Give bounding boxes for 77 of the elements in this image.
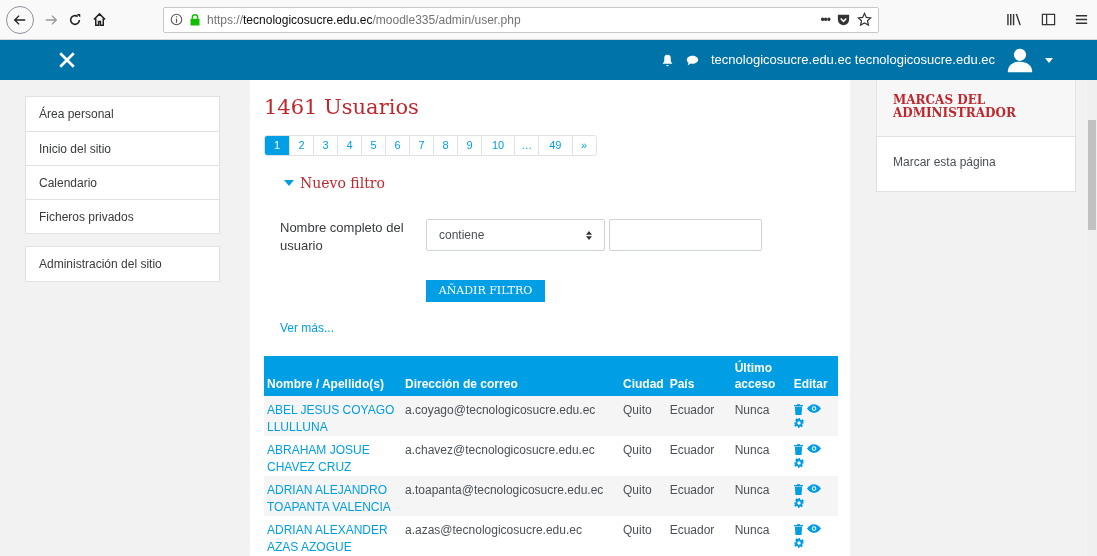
table-cell: Ecuador	[666, 516, 732, 556]
menu-icon[interactable]	[1074, 12, 1089, 27]
forward-icon[interactable]	[44, 12, 58, 27]
library-icon[interactable]	[1006, 12, 1023, 27]
add-filter-button[interactable]: AÑADIR FILTRO	[426, 280, 545, 302]
page-link[interactable]: 1	[265, 136, 289, 156]
sidebar-item[interactable]: Administración del sitio	[26, 247, 219, 281]
address-bar[interactable]: https://tecnologicosucre.edu.ec/moodle335/admin/user.php •••	[163, 6, 879, 33]
gear-icon[interactable]	[793, 458, 804, 468]
column-header[interactable]: Dirección de correo	[402, 356, 620, 396]
user-avatar-icon[interactable]	[1005, 46, 1035, 74]
bell-icon[interactable]	[661, 53, 674, 67]
block-title: MARCAS DEL ADMINISTRADOR	[893, 94, 1017, 120]
table-cell: a.coyago@tecnologicosucre.edu.ec	[402, 396, 620, 436]
table-cell: Quito	[620, 516, 667, 556]
table-cell: Ecuador	[666, 396, 732, 436]
eye-icon[interactable]	[806, 524, 821, 533]
column-header[interactable]: Nombre / Apellido(s)	[264, 356, 402, 396]
table-cell: Nunca	[731, 396, 791, 436]
table-cell: a.toapanta@tecnologicosucre.edu.ec	[402, 476, 620, 516]
eye-icon[interactable]	[806, 484, 821, 493]
table-cell: Quito	[620, 396, 667, 436]
info-icon[interactable]	[170, 13, 183, 26]
sidebar-item[interactable]: Inicio del sitio	[26, 131, 219, 165]
column-header[interactable]: Ciudad	[620, 356, 667, 396]
url-text: https://tecnologicosucre.edu.ec/moodle335/admin/user.php	[207, 11, 521, 29]
close-icon[interactable]	[58, 51, 76, 69]
triangle-icon[interactable]	[284, 180, 294, 187]
block-link[interactable]: Marcar esta página	[893, 155, 996, 169]
table-cell: Quito	[620, 436, 667, 476]
caret-icon[interactable]	[1045, 57, 1053, 63]
page-actions-button[interactable]: •••	[820, 10, 830, 29]
column-header[interactable]: Editar	[790, 356, 838, 396]
table-cell: Nunca	[731, 516, 791, 556]
table-cell: Quito	[620, 476, 667, 516]
gear-icon[interactable]	[793, 418, 804, 428]
trash-icon[interactable]	[793, 444, 803, 455]
eye-icon[interactable]	[806, 444, 821, 453]
table-cell: a.azas@tecnologicosucre.edu.ec	[402, 516, 620, 556]
eye-icon[interactable]	[806, 404, 821, 413]
user-name-link[interactable]: ADRIAN ALEXANDER AZAS AZOGUE	[267, 522, 399, 556]
sidebar-item[interactable]: Ficheros privados	[26, 199, 219, 233]
gear-icon[interactable]	[793, 538, 804, 548]
field-label: Nombre completo del usuario	[280, 219, 405, 256]
user-name-link[interactable]: ABEL JESUS COYAGO LLULLUNA	[267, 402, 399, 436]
table-cell: Nunca	[731, 436, 791, 476]
back-icon	[13, 12, 27, 27]
trash-icon[interactable]	[793, 404, 803, 415]
operator-select[interactable]: contiene	[426, 219, 605, 252]
column-header[interactable]: País	[666, 356, 732, 396]
page-title: 1461 Usuarios	[264, 94, 420, 121]
text-input-field[interactable]	[609, 219, 762, 252]
home-icon[interactable]	[92, 12, 107, 27]
table-cell: a.chavez@tecnologicosucre.edu.ec	[402, 436, 620, 476]
more-link[interactable]: Ver más...	[280, 321, 335, 335]
scrollbar-thumb[interactable]	[1088, 120, 1096, 230]
trash-icon[interactable]	[793, 484, 803, 495]
table-cell: Nunca	[731, 476, 791, 516]
sidebar-item[interactable]: Calendario	[26, 165, 219, 199]
sidebar-item[interactable]: Área personal	[26, 97, 219, 131]
user-name-link[interactable]: ADRIAN ALEJANDRO TOAPANTA VALENCIA	[267, 482, 399, 516]
chat-bubble-icon[interactable]	[686, 53, 699, 67]
sidebar-icon[interactable]	[1041, 12, 1056, 27]
filter-heading[interactable]: Nuevo filtro	[300, 172, 385, 194]
star-icon[interactable]	[857, 12, 872, 27]
trash-icon[interactable]	[793, 524, 803, 535]
sort-arrows-icon	[586, 230, 592, 240]
table-cell: Ecuador	[666, 476, 732, 516]
reload-icon[interactable]	[68, 12, 82, 27]
column-header[interactable]: Último acceso	[731, 356, 791, 396]
pocket-icon[interactable]	[836, 12, 851, 27]
gear-icon[interactable]	[793, 498, 804, 508]
page-link[interactable]: »	[571, 136, 596, 156]
table-cell: Ecuador	[666, 436, 732, 476]
user-name-link[interactable]: ABRAHAM JOSUE CHAVEZ CRUZ	[267, 442, 399, 476]
lock-icon	[189, 13, 201, 26]
user-name[interactable]: tecnologicosucre.edu.ec tecnologicosucre.edu.ec	[711, 50, 995, 70]
